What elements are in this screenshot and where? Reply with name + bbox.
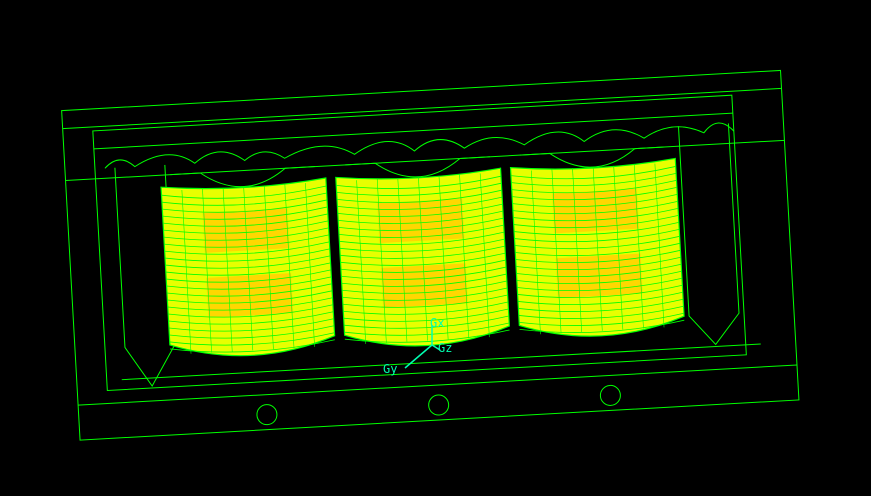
right-clamp	[677, 123, 740, 346]
triad-z-label: Gz	[438, 341, 452, 355]
mount-hole-1	[256, 404, 278, 426]
coil-2[interactable]	[335, 156, 510, 350]
coil-1[interactable]	[160, 166, 336, 360]
frame-rail-bottom	[78, 364, 798, 406]
frame-rail-top-2	[93, 112, 733, 150]
mount-hole-3	[599, 384, 621, 406]
triad-x-label: Gx	[430, 316, 444, 330]
triad-y-label: Gy	[383, 362, 397, 376]
yoke-top-profile	[104, 122, 735, 169]
frame-rail-top	[62, 87, 782, 130]
cad-viewport[interactable]: Gz Gx Gy	[0, 0, 871, 496]
coil-3[interactable]	[509, 146, 685, 340]
mount-hole-2	[428, 394, 450, 416]
